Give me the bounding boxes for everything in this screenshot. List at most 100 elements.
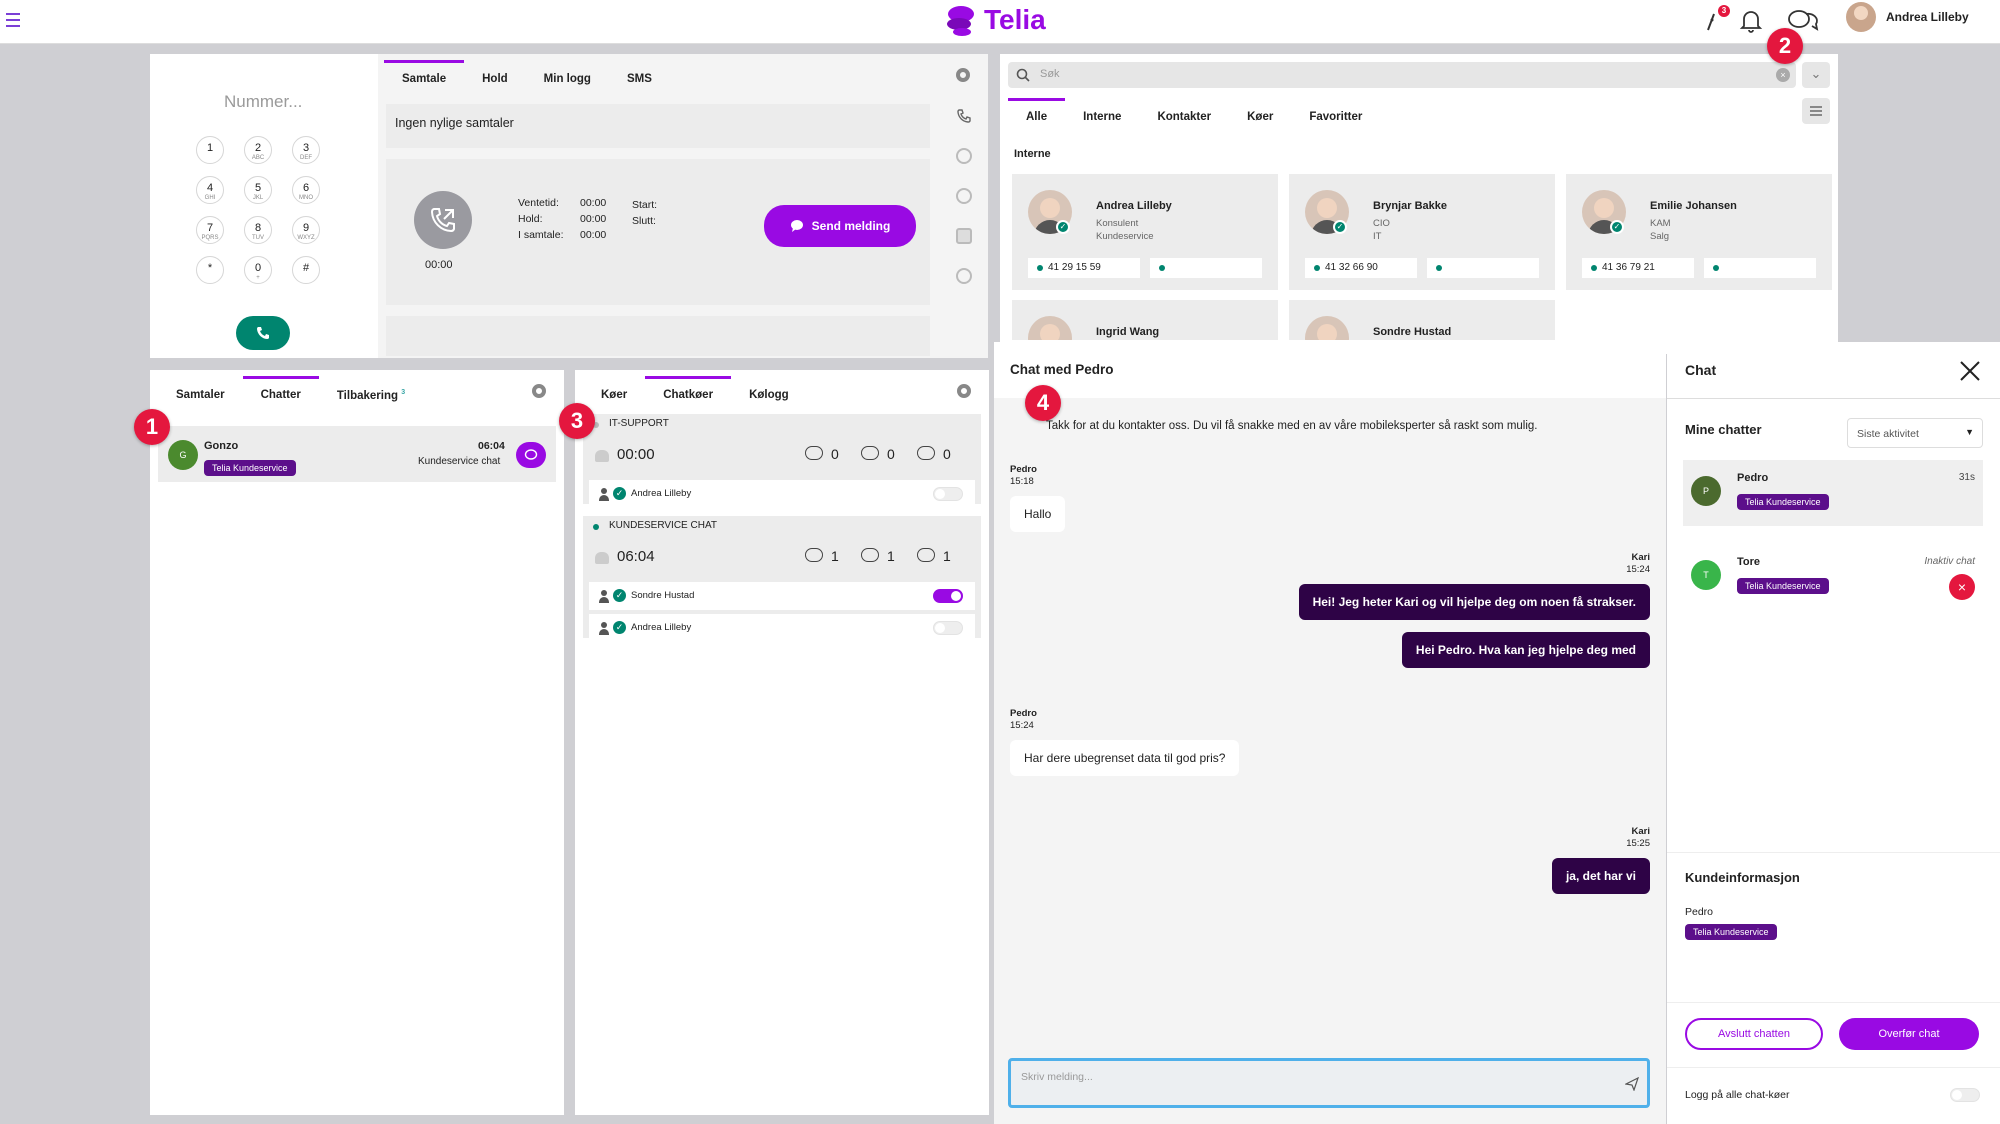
transfer-chat-button[interactable]: Overfør chat bbox=[1839, 1018, 1979, 1050]
tab-alle[interactable]: Alle bbox=[1008, 98, 1066, 131]
chat-tag: Telia Kundeservice bbox=[204, 460, 296, 476]
clipboard-icon[interactable] bbox=[956, 228, 972, 244]
dial-key-letters: PQRS bbox=[201, 235, 219, 241]
agents-icon bbox=[861, 548, 879, 562]
queue-tabs: Køer Chatkøer Kølogg bbox=[583, 376, 807, 409]
sort-select[interactable]: Siste aktivitet ▼ bbox=[1847, 418, 1983, 448]
dial-key[interactable]: 4 GHI bbox=[196, 176, 224, 204]
queue-status-dot bbox=[593, 524, 599, 530]
clear-search-icon[interactable]: × bbox=[1776, 68, 1790, 82]
contact-card[interactable]: ✓Sondre Hustad bbox=[1289, 300, 1555, 340]
message-input[interactable]: Skriv melding... bbox=[1008, 1058, 1650, 1108]
callout-3: 3 bbox=[559, 403, 595, 439]
dial-key[interactable]: 0 + bbox=[244, 256, 272, 284]
close-icon[interactable] bbox=[1959, 360, 1981, 382]
chats-tabs: Samtaler Chatter Tilbakering 3 bbox=[158, 376, 423, 410]
member-toggle[interactable] bbox=[933, 487, 963, 501]
tab-interne[interactable]: Interne bbox=[1065, 98, 1139, 131]
call-start-end: Start: Slutt: bbox=[632, 197, 657, 229]
member-toggle[interactable] bbox=[933, 621, 963, 635]
ventetid-value: 00:00 bbox=[580, 197, 607, 209]
open-chat-icon[interactable] bbox=[516, 442, 546, 468]
chat-count-icon bbox=[805, 446, 823, 460]
menu-icon[interactable] bbox=[6, 13, 20, 27]
my-chat-item[interactable]: P Pedro 31s Telia Kundeservice bbox=[1683, 460, 1983, 526]
brand-name: Telia bbox=[984, 4, 1046, 35]
remove-chat-icon[interactable]: × bbox=[1949, 574, 1975, 600]
dial-key-digit: 7 bbox=[206, 222, 214, 234]
history-icon[interactable] bbox=[956, 148, 972, 164]
kundeinfo-tag: Telia Kundeservice bbox=[1685, 924, 1777, 940]
contact-card[interactable]: ✓ Andrea Lilleby Konsulent Kundeservice 41 2… bbox=[1012, 174, 1278, 290]
tab-min-logg[interactable]: Min logg bbox=[526, 60, 609, 93]
contact-phone[interactable]: 41 36 79 21 bbox=[1582, 258, 1694, 278]
tab-favoritter[interactable]: Favoritter bbox=[1291, 98, 1380, 131]
send-icon[interactable] bbox=[1625, 1077, 1639, 1091]
dial-key[interactable]: 7 PQRS bbox=[196, 216, 224, 244]
member-name: Andrea Lilleby bbox=[631, 622, 692, 633]
tab-tilbakering[interactable]: Tilbakering 3 bbox=[319, 376, 423, 410]
tab-koer[interactable]: Køer bbox=[1229, 98, 1291, 131]
login-all-queues-label: Logg på alle chat-køer bbox=[1685, 1089, 1790, 1101]
send-message-button[interactable]: Send melding bbox=[764, 205, 916, 247]
number-input[interactable]: Nummer... bbox=[224, 92, 302, 112]
dial-key-digit: 8 bbox=[254, 222, 262, 234]
user-menu[interactable]: Andrea Lilleby bbox=[1846, 2, 1969, 32]
dropdown-arrow-icon: ▼ bbox=[1965, 427, 1974, 437]
my-chat-tag: Telia Kundeservice bbox=[1737, 578, 1829, 594]
dial-key[interactable]: 5 JKL bbox=[244, 176, 272, 204]
message-time: 15:24 bbox=[1010, 720, 1034, 731]
contact-card[interactable]: ✓ Emilie Johansen KAM Salg 41 36 79 21 bbox=[1566, 174, 1832, 290]
smiley-icon[interactable] bbox=[956, 268, 972, 284]
message-meta: Kari 15:25 bbox=[1626, 826, 1650, 850]
dial-key[interactable]: 2 ABC bbox=[244, 136, 272, 164]
call-button[interactable] bbox=[236, 316, 290, 350]
member-toggle[interactable] bbox=[933, 589, 963, 603]
tab-chatkoer[interactable]: Chatkøer bbox=[645, 376, 732, 409]
person-icon bbox=[599, 622, 609, 635]
kundeinfo-name: Pedro bbox=[1685, 906, 1714, 918]
dial-key[interactable]: 1 bbox=[196, 136, 224, 164]
dial-key[interactable]: # bbox=[292, 256, 320, 284]
chat-list-item[interactable]: G Gonzo Telia Kundeservice 06:04 Kundese… bbox=[158, 426, 556, 482]
tab-samtale[interactable]: Samtale bbox=[384, 60, 465, 93]
chevron-down-icon[interactable]: ⌄ bbox=[1802, 62, 1830, 88]
queues-settings-gear-icon[interactable] bbox=[957, 384, 971, 398]
chat-avatar: G bbox=[168, 440, 198, 470]
list-view-icon[interactable] bbox=[1802, 98, 1830, 124]
tab-kontakter[interactable]: Kontakter bbox=[1139, 98, 1229, 131]
contact-phone[interactable]: 41 32 66 90 bbox=[1305, 258, 1417, 278]
tab-hold[interactable]: Hold bbox=[464, 60, 526, 93]
dial-key[interactable]: 3 DEF bbox=[292, 136, 320, 164]
call-times: Ventetid: 00:00 Hold: 00:00 I samtale: 00:0… bbox=[518, 195, 606, 243]
my-chat-item[interactable]: T Tore Inaktiv chat Telia Kundeservice × bbox=[1683, 544, 1983, 610]
settings-gear-icon[interactable] bbox=[956, 68, 970, 82]
tab-sms[interactable]: SMS bbox=[609, 60, 670, 93]
end-chat-button[interactable]: Avslutt chatten bbox=[1685, 1018, 1823, 1050]
contact-card[interactable]: ✓Ingrid Wang bbox=[1012, 300, 1278, 340]
contact-phone[interactable]: 41 29 15 59 bbox=[1028, 258, 1140, 278]
contact-card[interactable]: ✓ Brynjar Bakke CIO IT 41 32 66 90 bbox=[1289, 174, 1555, 290]
phone-icon bbox=[256, 327, 269, 340]
tab-samtaler[interactable]: Samtaler bbox=[158, 376, 243, 410]
globe-icon[interactable] bbox=[956, 188, 972, 204]
waiting-icon bbox=[917, 548, 935, 562]
login-all-queues-toggle[interactable] bbox=[1950, 1088, 1980, 1102]
directory-search[interactable]: Søk × bbox=[1008, 62, 1796, 88]
dial-key[interactable]: 9 WXYZ bbox=[292, 216, 320, 244]
help-icon[interactable]: 3 bbox=[1700, 5, 1730, 34]
dial-key[interactable]: 8 TUV bbox=[244, 216, 272, 244]
dial-key[interactable]: 6 MNO bbox=[292, 176, 320, 204]
waiting-icon bbox=[917, 446, 935, 460]
my-chat-avatar: T bbox=[1691, 560, 1721, 590]
callout-2: 2 bbox=[1767, 28, 1803, 64]
side-phone-icon[interactable] bbox=[956, 108, 972, 124]
chats-settings-gear-icon[interactable] bbox=[532, 384, 546, 398]
queue-name: IT-SUPPORT bbox=[609, 418, 669, 429]
dial-key[interactable]: * bbox=[196, 256, 224, 284]
tab-kologg[interactable]: Kølogg bbox=[731, 376, 807, 409]
bell-icon[interactable] bbox=[1738, 8, 1764, 34]
tab-koer-queues[interactable]: Køer bbox=[583, 376, 645, 409]
tab-chatter[interactable]: Chatter bbox=[242, 376, 319, 410]
conversation-title: Chat med Pedro bbox=[1010, 362, 1114, 377]
